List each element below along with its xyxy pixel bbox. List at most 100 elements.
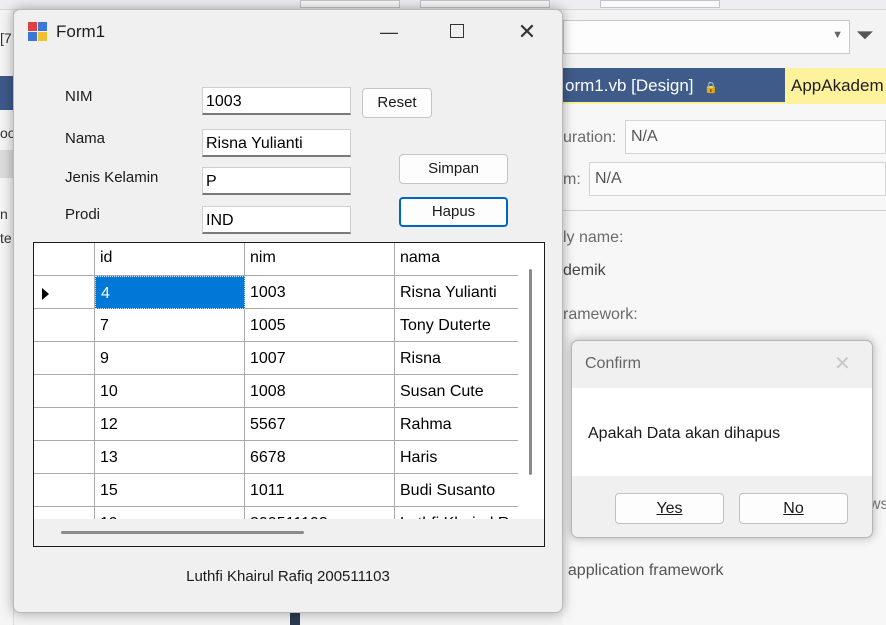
- cell-nama[interactable]: Tony Duterte: [395, 309, 518, 342]
- window-title: Form1: [56, 22, 106, 41]
- table-row[interactable]: 15 1011 Budi Susanto: [34, 474, 518, 507]
- cell-nim[interactable]: 1007: [245, 342, 395, 375]
- cell-nama[interactable]: Rahma: [395, 408, 518, 441]
- cell-nama[interactable]: Budi Susanto: [395, 474, 518, 507]
- prodi-value: IND: [206, 212, 234, 229]
- cell-nama[interactable]: Haris: [395, 441, 518, 474]
- row-header[interactable]: [34, 507, 95, 519]
- horizontal-scroll-thumb[interactable]: [61, 531, 304, 534]
- tab-form1-design[interactable]: orm1.vb [Design] 🔒: [563, 68, 785, 102]
- no-button[interactable]: No: [739, 493, 848, 524]
- maximize-button[interactable]: [442, 20, 472, 44]
- left-grey-band: [0, 150, 14, 178]
- cell-nim[interactable]: 1003: [245, 276, 395, 309]
- cell-id[interactable]: 7: [95, 309, 245, 342]
- cell-nama[interactable]: Susan Cute: [395, 375, 518, 408]
- column-header-id[interactable]: id: [95, 243, 245, 276]
- left-fragment: [7: [0, 30, 12, 46]
- close-button[interactable]: ✕: [512, 20, 542, 44]
- platform-select[interactable]: N/A: [589, 162, 886, 196]
- hapus-button[interactable]: Hapus: [399, 197, 508, 227]
- toolbar-continue-button[interactable]: [600, 0, 720, 8]
- table-row[interactable]: 7 1005 Tony Duterte: [34, 309, 518, 342]
- cell-id[interactable]: 10: [95, 375, 245, 408]
- cell-id[interactable]: 12: [95, 408, 245, 441]
- nama-label: Nama: [65, 130, 106, 147]
- cell-nim[interactable]: 1011: [245, 474, 395, 507]
- row-header[interactable]: [34, 441, 95, 474]
- form1-titlebar[interactable]: Form1 — ✕: [14, 10, 562, 54]
- vertical-scroll-thumb[interactable]: [529, 269, 532, 475]
- nim-label: NIM: [65, 88, 93, 105]
- toolbar-platform-combo[interactable]: [420, 0, 550, 8]
- row-header[interactable]: [34, 474, 95, 507]
- column-header-nama[interactable]: nama: [395, 243, 518, 276]
- close-icon[interactable]: ✕: [834, 351, 851, 376]
- yes-label: Yes: [656, 500, 683, 517]
- row-header[interactable]: [34, 309, 95, 342]
- grid-body: id nim nama 4 1003 Risna Yulianti 7 1005…: [34, 243, 518, 519]
- nim-input[interactable]: 1003: [202, 87, 351, 115]
- target-framework-label: ramework:: [563, 306, 638, 323]
- jenis-kelamin-input[interactable]: P: [202, 167, 351, 195]
- cell-nim[interactable]: 1008: [245, 375, 395, 408]
- config-select[interactable]: N/A: [625, 120, 886, 154]
- horizontal-scrollbar[interactable]: [34, 519, 518, 546]
- toolbar-debug-combo[interactable]: [300, 0, 400, 8]
- cell-nama[interactable]: Risna: [395, 342, 518, 375]
- current-row-arrow-icon: [42, 288, 49, 300]
- simpan-button[interactable]: Simpan: [399, 154, 508, 184]
- table-row[interactable]: 13 6678 Haris: [34, 441, 518, 474]
- dialog-message: Apakah Data akan dihapus: [588, 425, 781, 442]
- scrollbar-corner: [518, 519, 544, 546]
- row-header[interactable]: [34, 375, 95, 408]
- table-row[interactable]: 9 1007 Risna: [34, 342, 518, 375]
- reset-button[interactable]: Reset: [362, 88, 432, 118]
- dialog-title: Confirm: [585, 355, 642, 372]
- cell-nama[interactable]: Risna Yulianti: [395, 276, 518, 309]
- cell-id[interactable]: 19: [95, 507, 245, 519]
- cell-id[interactable]: 4: [95, 276, 245, 309]
- tab-appakademik[interactable]: AppAkadem: [785, 68, 886, 102]
- platform-value: N/A: [595, 170, 622, 187]
- prodi-input[interactable]: IND: [202, 206, 351, 234]
- maximize-icon: [450, 24, 464, 38]
- left-fragment: n: [0, 206, 8, 222]
- cell-id[interactable]: 13: [95, 441, 245, 474]
- assembly-name-value[interactable]: demik: [563, 262, 606, 280]
- yes-button[interactable]: Yes: [615, 493, 724, 524]
- form1-window: Form1 — ✕ NIM 1003 Reset Nama Risna Yuli…: [13, 9, 563, 613]
- row-header-corner[interactable]: [34, 243, 95, 276]
- row-header[interactable]: [34, 342, 95, 375]
- cell-nim[interactable]: 1005: [245, 309, 395, 342]
- cell-nim[interactable]: 200511103: [245, 507, 395, 519]
- cell-id[interactable]: 15: [95, 474, 245, 507]
- vertical-scrollbar[interactable]: [518, 243, 544, 519]
- row-header[interactable]: [34, 408, 95, 441]
- filter-icon[interactable]: ⏷: [856, 22, 874, 48]
- ide-combo[interactable]: ▼: [563, 20, 850, 54]
- row-header[interactable]: [34, 276, 95, 309]
- author-label: Luthfi Khairul Rafiq 200511103: [186, 568, 390, 585]
- column-header-nim[interactable]: nim: [245, 243, 395, 276]
- table-row[interactable]: 12 5567 Rahma: [34, 408, 518, 441]
- cell-id[interactable]: 9: [95, 342, 245, 375]
- confirm-dialog: Confirm ✕ Apakah Data akan dihapus Yes N…: [571, 340, 873, 538]
- enable-app-framework-label[interactable]: le application framework: [551, 562, 724, 580]
- cell-nama[interactable]: Luthfi Khairul R: [395, 507, 518, 519]
- divider: [563, 210, 886, 211]
- chevron-down-icon: ▼: [832, 29, 843, 41]
- cell-nim[interactable]: 6678: [245, 441, 395, 474]
- data-grid[interactable]: id nim nama 4 1003 Risna Yulianti 7 1005…: [33, 242, 545, 547]
- table-row[interactable]: 10 1008 Susan Cute: [34, 375, 518, 408]
- dialog-body: Apakah Data akan dihapus: [572, 388, 872, 476]
- config-label: uration:: [563, 129, 617, 146]
- nama-input[interactable]: Risna Yulianti: [202, 129, 351, 157]
- config-value: N/A: [631, 128, 658, 145]
- table-row[interactable]: 19 200511103 Luthfi Khairul R: [34, 507, 518, 519]
- cell-nim[interactable]: 5567: [245, 408, 395, 441]
- table-row[interactable]: 4 1003 Risna Yulianti: [34, 276, 518, 309]
- minimize-button[interactable]: —: [374, 20, 404, 44]
- tab-label: orm1.vb [Design]: [565, 76, 694, 95]
- lock-icon: 🔒: [704, 82, 718, 94]
